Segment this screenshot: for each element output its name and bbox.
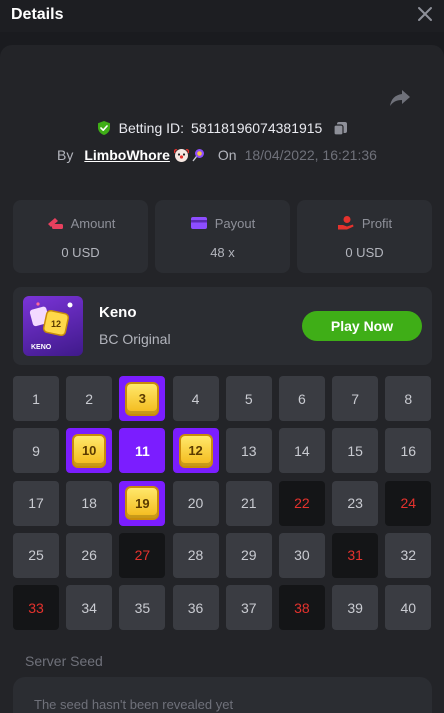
server-seed-label: Server Seed xyxy=(25,653,103,669)
keno-hit-gem: 19 xyxy=(125,486,160,521)
keno-hit-gem: 12 xyxy=(178,433,213,468)
hand-coin-icon xyxy=(337,216,354,230)
keno-cell: 38 xyxy=(278,585,325,631)
bet-date: 18/04/2022, 16:21:36 xyxy=(244,147,377,163)
lollipop-icon xyxy=(192,148,204,161)
amount-label: Amount xyxy=(70,215,116,231)
keno-cell: 4 xyxy=(172,376,219,421)
author-row: By LimboWhore On 18/04/2022, 16:21:36 xyxy=(57,145,377,165)
keno-cell: 25 xyxy=(13,532,59,578)
verified-shield-icon xyxy=(97,121,110,135)
profit-value: 0 USD xyxy=(345,245,384,260)
keno-cell: 1 xyxy=(13,376,59,421)
keno-cell: 20 xyxy=(172,480,219,526)
coins-icon xyxy=(47,218,63,229)
payout-value: 48 x xyxy=(210,245,235,260)
keno-logo-text: KENO xyxy=(31,344,52,351)
keno-cell: 37 xyxy=(225,585,272,631)
keno-cell: 27 xyxy=(119,532,166,578)
keno-cell: 12 xyxy=(172,428,219,474)
keno-cell: 15 xyxy=(332,428,379,474)
close-icon[interactable] xyxy=(416,5,434,23)
keno-cell: 19 xyxy=(119,480,166,526)
keno-cell: 8 xyxy=(385,376,432,421)
server-seed-box: The seed hasn't been revealed yet xyxy=(13,677,432,713)
server-seed-text: The seed hasn't been revealed yet xyxy=(34,697,234,712)
amount-value: 0 USD xyxy=(61,245,100,260)
details-header: Details xyxy=(0,0,444,32)
keno-cell: 35 xyxy=(119,585,166,631)
betting-id-value: 58118196074381915 xyxy=(191,120,323,136)
play-now-button[interactable]: Play Now xyxy=(302,311,422,341)
game-subtitle: BC Original xyxy=(99,331,171,347)
user-badges xyxy=(173,148,206,163)
keno-logo-icon: 12 KENO xyxy=(29,302,73,351)
keno-cell: 17 xyxy=(13,480,59,526)
profit-card: Profit 0 USD xyxy=(297,200,432,273)
keno-cell: 13 xyxy=(225,428,272,474)
keno-cell: 11 xyxy=(119,428,166,474)
game-card: 12 KENO Keno BC Original Play Now xyxy=(13,287,432,365)
bet-stats: Amount 0 USD Payout 48 x Profit 0 USD xyxy=(13,200,432,273)
clown-face-icon xyxy=(173,148,189,162)
profit-label: Profit xyxy=(361,215,393,231)
page-title: Details xyxy=(11,6,64,23)
keno-cell: 21 xyxy=(225,480,272,526)
payout-card: Payout 48 x xyxy=(155,200,290,273)
keno-cell: 6 xyxy=(278,376,325,421)
keno-cell: 26 xyxy=(66,532,113,578)
keno-hit-gem: 10 xyxy=(72,433,107,468)
keno-cell: 16 xyxy=(385,428,432,474)
keno-cell: 39 xyxy=(332,585,379,631)
payout-label: Payout xyxy=(214,215,256,231)
copy-icon[interactable] xyxy=(333,121,348,136)
on-label: On xyxy=(217,147,237,163)
betting-id-row: Betting ID: 58118196074381915 xyxy=(0,118,444,138)
keno-cell: 34 xyxy=(66,585,113,631)
amount-card: Amount 0 USD xyxy=(13,200,148,273)
keno-cell: 31 xyxy=(332,532,379,578)
wallet-icon xyxy=(190,217,207,229)
keno-cell: 22 xyxy=(278,480,325,526)
keno-hit-gem: 3 xyxy=(125,381,160,416)
keno-thumbnail[interactable]: 12 KENO xyxy=(23,296,83,356)
betting-id-label: Betting ID: xyxy=(118,120,185,136)
keno-cell: 33 xyxy=(13,585,59,631)
keno-cell: 32 xyxy=(385,532,432,578)
share-icon[interactable] xyxy=(388,85,412,109)
keno-cell: 3 xyxy=(119,376,166,421)
keno-cell: 29 xyxy=(225,532,272,578)
keno-cell: 9 xyxy=(13,428,59,474)
keno-cell: 5 xyxy=(225,376,272,421)
keno-cell: 14 xyxy=(278,428,325,474)
keno-cell: 24 xyxy=(385,480,432,526)
keno-cell: 36 xyxy=(172,585,219,631)
keno-cell: 23 xyxy=(332,480,379,526)
keno-cell: 2 xyxy=(66,376,113,421)
username-link[interactable]: LimboWhore xyxy=(84,147,170,163)
keno-cell: 30 xyxy=(278,532,325,578)
keno-cell: 10 xyxy=(66,428,113,474)
keno-logo-tile-number: 12 xyxy=(51,319,61,329)
by-label: By xyxy=(57,147,74,163)
keno-cell: 40 xyxy=(385,585,432,631)
keno-cell: 18 xyxy=(66,480,113,526)
keno-cell: 28 xyxy=(172,532,219,578)
keno-board: 1 2 3 4 5 6 7 8 9 10 11 12 13 14 15 16 17 18 19 20 21 22 23 24 2… xyxy=(13,376,433,631)
keno-cell: 7 xyxy=(332,376,379,421)
game-name: Keno xyxy=(99,304,137,321)
